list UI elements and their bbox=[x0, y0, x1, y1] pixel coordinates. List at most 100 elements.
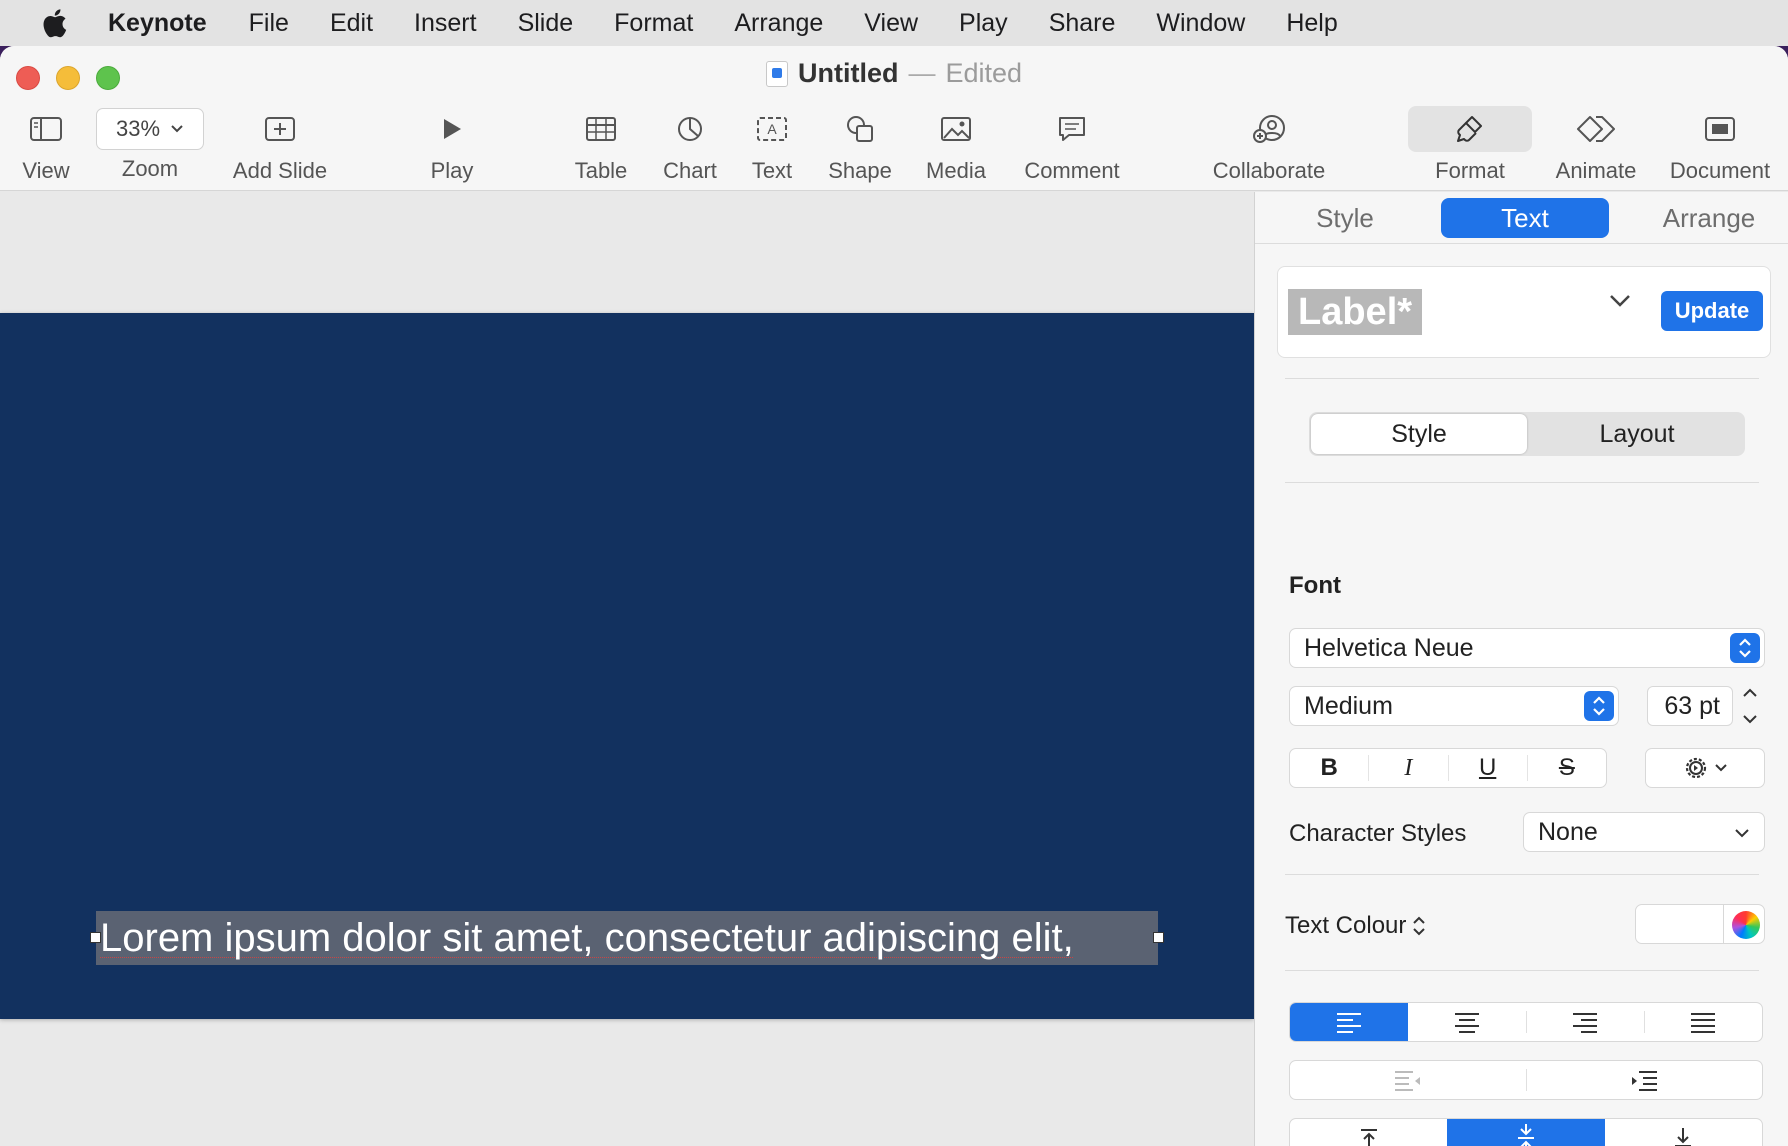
add-slide-button[interactable]: Add Slide bbox=[226, 106, 334, 184]
tab-arrange[interactable]: Arrange bbox=[1645, 198, 1773, 238]
comment-button[interactable]: Comment bbox=[1016, 106, 1128, 184]
view-button[interactable]: View bbox=[10, 106, 82, 184]
format-button[interactable]: Format bbox=[1408, 106, 1532, 184]
divider bbox=[1285, 378, 1759, 379]
play-label: Play bbox=[430, 158, 474, 183]
collaborate-button[interactable]: Collaborate bbox=[1206, 106, 1332, 184]
document-button[interactable]: Document bbox=[1662, 106, 1778, 184]
increase-indent-icon bbox=[1632, 1071, 1657, 1091]
keynote-window: Untitled — Edited View 33% Zoom Add Slid… bbox=[0, 46, 1788, 1146]
vertical-alignment-control bbox=[1289, 1118, 1763, 1146]
subtab-style[interactable]: Style bbox=[1311, 414, 1527, 454]
zoom-popup[interactable]: 33% bbox=[96, 108, 204, 150]
document-icon bbox=[1704, 106, 1736, 152]
advanced-options-button[interactable] bbox=[1645, 748, 1765, 788]
font-size-field[interactable]: 63 pt bbox=[1647, 686, 1733, 726]
font-family-popup[interactable]: Helvetica Neue bbox=[1289, 628, 1765, 668]
updown-arrows-icon bbox=[1730, 633, 1760, 663]
paragraph-style-selector[interactable]: Label* Update bbox=[1277, 266, 1771, 358]
slide-text[interactable]: Lorem ipsum dolor sit amet, consectetur … bbox=[96, 916, 1074, 961]
paintbrush-icon bbox=[1408, 106, 1532, 152]
shape-button[interactable]: Shape bbox=[822, 106, 898, 184]
italic-button[interactable]: I bbox=[1369, 755, 1449, 781]
menu-share[interactable]: Share bbox=[1049, 9, 1116, 38]
menu-arrange[interactable]: Arrange bbox=[734, 9, 823, 38]
table-label: Table bbox=[574, 158, 628, 183]
align-center-icon bbox=[1455, 1013, 1479, 1033]
slide-canvas: Lorem ipsum dolor sit amet, consectetur … bbox=[0, 192, 1254, 1146]
divider bbox=[1285, 874, 1759, 875]
menu-file[interactable]: File bbox=[249, 9, 289, 38]
window-title: Untitled — Edited bbox=[0, 58, 1788, 89]
play-button[interactable]: Play bbox=[418, 106, 486, 184]
bold-button[interactable]: B bbox=[1290, 754, 1370, 781]
media-button[interactable]: Media bbox=[918, 106, 994, 184]
strikethrough-button[interactable]: S bbox=[1528, 754, 1606, 781]
table-button[interactable]: Table bbox=[566, 106, 636, 184]
align-top-icon bbox=[1360, 1129, 1377, 1146]
media-label: Media bbox=[926, 158, 986, 183]
text-colour-label: Text Colour bbox=[1285, 912, 1407, 939]
document-name[interactable]: Untitled bbox=[798, 58, 899, 89]
tab-style[interactable]: Style bbox=[1285, 198, 1405, 238]
align-center-button[interactable] bbox=[1408, 1003, 1526, 1041]
text-button[interactable]: A Text bbox=[740, 106, 804, 184]
slide[interactable]: Lorem ipsum dolor sit amet, consectetur … bbox=[0, 313, 1254, 1019]
menu-help[interactable]: Help bbox=[1286, 9, 1337, 38]
align-top-button[interactable] bbox=[1290, 1119, 1447, 1146]
menu-slide[interactable]: Slide bbox=[518, 9, 574, 38]
character-styles-popup[interactable]: None bbox=[1523, 812, 1765, 852]
font-weight-popup[interactable]: Medium bbox=[1289, 686, 1619, 726]
zoom-value: 33% bbox=[115, 116, 161, 141]
apple-menu-icon[interactable] bbox=[0, 8, 108, 38]
colour-wheel-icon[interactable] bbox=[1732, 911, 1760, 939]
chevron-down-icon bbox=[171, 125, 183, 133]
chart-button[interactable]: Chart bbox=[654, 106, 726, 184]
increase-indent-button[interactable] bbox=[1526, 1061, 1762, 1099]
resize-handle-right[interactable] bbox=[1153, 932, 1164, 943]
align-left-button[interactable] bbox=[1290, 1003, 1408, 1041]
text-colour-well[interactable] bbox=[1635, 904, 1765, 944]
font-size-stepper[interactable] bbox=[1737, 686, 1763, 726]
style-layout-segmented-control: Style Layout bbox=[1309, 412, 1745, 456]
chevron-up-icon[interactable] bbox=[1741, 686, 1759, 700]
chevron-down-icon bbox=[1715, 764, 1727, 772]
underline-button[interactable]: U bbox=[1449, 754, 1528, 781]
text-colour-control[interactable]: Text Colour bbox=[1285, 912, 1426, 940]
paragraph-style-name: Label* bbox=[1288, 289, 1423, 335]
menu-app-name[interactable]: Keynote bbox=[108, 9, 207, 38]
align-right-button[interactable] bbox=[1526, 1003, 1644, 1041]
chevron-down-icon[interactable] bbox=[1608, 293, 1632, 309]
menu-play[interactable]: Play bbox=[959, 9, 1008, 38]
menu-format[interactable]: Format bbox=[614, 9, 693, 38]
resize-handle-left[interactable] bbox=[90, 932, 101, 943]
view-label: View bbox=[22, 158, 70, 183]
selected-text-box[interactable]: Lorem ipsum dolor sit amet, consectetur … bbox=[90, 911, 1164, 965]
animate-button[interactable]: Animate bbox=[1546, 106, 1646, 184]
menu-window[interactable]: Window bbox=[1156, 9, 1245, 38]
tab-text[interactable]: Text bbox=[1441, 198, 1609, 238]
shape-icon bbox=[845, 106, 875, 152]
menu-edit[interactable]: Edit bbox=[330, 9, 373, 38]
document-status: Edited bbox=[945, 58, 1023, 88]
menu-bar: Keynote File Edit Insert Slide Format Ar… bbox=[0, 0, 1788, 46]
colour-swatch[interactable] bbox=[1636, 905, 1724, 943]
align-middle-button[interactable] bbox=[1447, 1119, 1605, 1146]
align-bottom-icon bbox=[1675, 1128, 1692, 1146]
align-justify-button[interactable] bbox=[1644, 1003, 1762, 1041]
decrease-indent-button[interactable] bbox=[1290, 1061, 1526, 1099]
updown-arrows-icon bbox=[1584, 691, 1614, 721]
chevron-down-icon[interactable] bbox=[1741, 712, 1759, 726]
menu-view[interactable]: View bbox=[864, 9, 918, 38]
align-bottom-button[interactable] bbox=[1605, 1119, 1762, 1146]
chevron-down-icon bbox=[1735, 829, 1749, 838]
subtab-layout[interactable]: Layout bbox=[1529, 412, 1745, 456]
document-label: Document bbox=[1669, 158, 1771, 183]
menu-insert[interactable]: Insert bbox=[414, 9, 477, 38]
update-style-button[interactable]: Update bbox=[1661, 291, 1763, 331]
text-box-icon: A bbox=[756, 106, 788, 152]
align-left-icon bbox=[1337, 1013, 1361, 1033]
zoom-control[interactable]: 33% Zoom bbox=[96, 106, 204, 182]
updown-chevrons-icon bbox=[1413, 916, 1426, 936]
font-family-value: Helvetica Neue bbox=[1304, 633, 1474, 662]
